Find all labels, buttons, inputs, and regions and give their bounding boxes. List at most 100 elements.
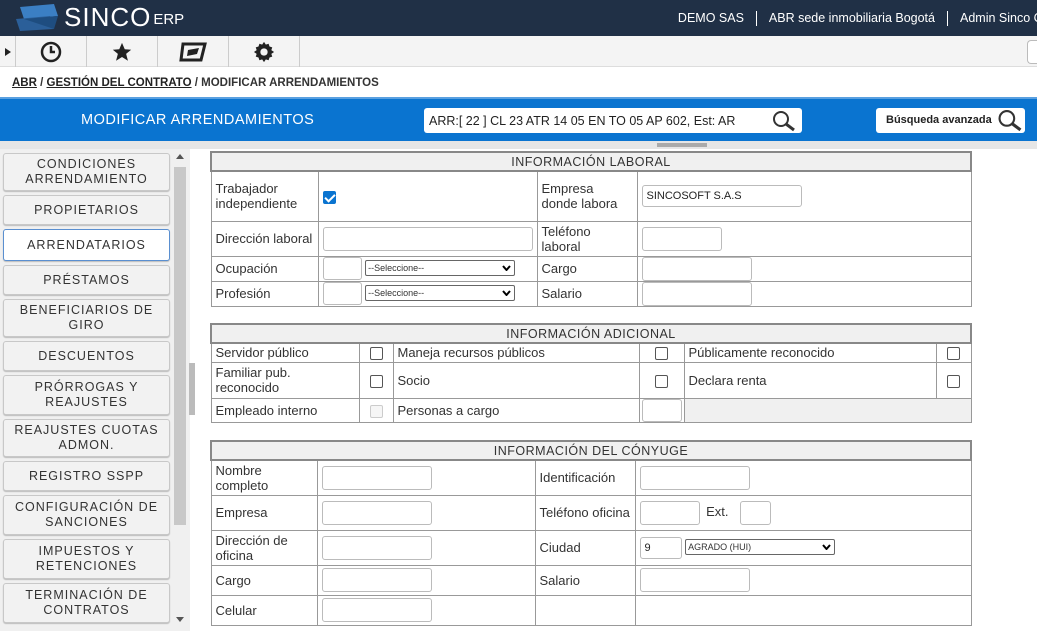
scroll-down-icon[interactable] bbox=[176, 617, 184, 622]
internal-employee-checkbox bbox=[369, 404, 383, 418]
spouse-phone-input[interactable] bbox=[639, 500, 700, 525]
spouse-id-input[interactable] bbox=[639, 465, 750, 490]
company-link[interactable]: DEMO SAS bbox=[666, 11, 757, 26]
spouse-office-address-input[interactable] bbox=[321, 535, 432, 560]
city-code-input[interactable] bbox=[639, 536, 682, 559]
field-label: Personas a cargo bbox=[392, 397, 640, 423]
work-address-input[interactable] bbox=[322, 226, 533, 251]
dependents-input[interactable] bbox=[641, 398, 682, 422]
search-icon bbox=[998, 110, 1022, 132]
sidebar-item-propietarios[interactable]: PROPIETARIOS bbox=[3, 195, 170, 225]
profession-select[interactable]: --Seleccione-- bbox=[365, 285, 516, 302]
sidebar-item-registro-sspp[interactable]: REGISTRO SSPP bbox=[3, 461, 170, 491]
field-label: Cargo bbox=[536, 255, 638, 282]
main-content: INFORMACIÓN LABORAL Trabajador independi… bbox=[196, 149, 1037, 631]
city-select[interactable]: AGRADO (HUI) bbox=[685, 539, 836, 556]
field-label: Salario bbox=[534, 564, 636, 596]
history-button[interactable] bbox=[16, 36, 87, 67]
field-label: Declara renta bbox=[683, 361, 937, 399]
scroll-up-icon[interactable] bbox=[176, 154, 184, 159]
splitter[interactable] bbox=[0, 141, 1037, 149]
sidebar-scrollbar[interactable] bbox=[172, 149, 188, 631]
spouse-mobile-input[interactable] bbox=[321, 598, 432, 622]
field-label: Nombre completo bbox=[210, 459, 318, 496]
field-label: Profesión bbox=[210, 280, 319, 307]
spouse-extension-input[interactable] bbox=[740, 500, 772, 525]
panel-resize-handle[interactable] bbox=[189, 363, 195, 415]
section-title: INFORMACIÓN ADICIONAL bbox=[210, 323, 972, 344]
job-title-input[interactable] bbox=[641, 256, 752, 281]
chevron-down-icon bbox=[502, 290, 511, 297]
sidebar-item-beneficiarios[interactable]: BENEFICIARIOS DE GIRO bbox=[3, 299, 170, 337]
public-resources-checkbox[interactable] bbox=[655, 347, 668, 361]
public-servant-checkbox[interactable] bbox=[369, 347, 383, 361]
occupation-code-input[interactable] bbox=[322, 257, 362, 280]
field-label: Celular bbox=[210, 594, 318, 626]
work-phone-input[interactable] bbox=[641, 226, 722, 251]
declares-income-checkbox[interactable] bbox=[947, 374, 960, 388]
modules-button[interactable] bbox=[158, 36, 229, 67]
expand-toolbar-button[interactable] bbox=[0, 36, 16, 67]
spouse-name-input[interactable] bbox=[321, 465, 432, 490]
partner-checkbox[interactable] bbox=[655, 374, 668, 388]
sidebar-item-descuentos[interactable]: DESCUENTOS bbox=[3, 341, 170, 371]
field-label: Dirección de oficina bbox=[210, 529, 318, 566]
settings-button[interactable] bbox=[229, 36, 300, 67]
spouse-salary-input[interactable] bbox=[639, 568, 750, 592]
favorites-button[interactable] bbox=[87, 36, 158, 67]
salary-input[interactable] bbox=[641, 281, 752, 306]
spouse-info-table: INFORMACIÓN DEL CÓNYUGE Nombre completo … bbox=[210, 440, 972, 626]
page-title: MODIFICAR ARRENDAMIENTOS bbox=[81, 112, 315, 128]
toolbar-search-edge[interactable] bbox=[1027, 40, 1037, 64]
splitter-grip[interactable] bbox=[657, 143, 707, 147]
spouse-job-title-input[interactable] bbox=[321, 568, 432, 592]
user-link[interactable]: Admin Sinco C bbox=[948, 11, 1037, 26]
section-title: INFORMACIÓN DEL CÓNYUGE bbox=[210, 440, 972, 461]
field-label: Identificación bbox=[534, 459, 636, 496]
toolbar bbox=[0, 36, 1037, 67]
field-label: Empresa bbox=[210, 494, 318, 531]
field-label: Socio bbox=[392, 361, 640, 399]
occupation-select[interactable]: --Seleccione-- bbox=[365, 260, 516, 277]
top-nav: DEMO SAS ABR sede inmobiliaria Bogotá Ad… bbox=[666, 11, 1037, 26]
select-value: --Seleccione-- bbox=[368, 263, 425, 274]
advanced-search-label: Búsqueda avanzada bbox=[886, 114, 992, 126]
field-label: Familiar pub. reconocido bbox=[210, 361, 360, 399]
sidebar-item-reajustes-admon[interactable]: REAJUSTES CUOTAS ADMON. bbox=[3, 419, 170, 457]
field-label: Trabajador independiente bbox=[210, 170, 319, 222]
field-label: Empleado interno bbox=[210, 397, 360, 423]
breadcrumb-root[interactable]: ABR bbox=[12, 77, 37, 89]
field-label: Teléfono laboral bbox=[536, 220, 638, 257]
field-label: Teléfono oficina bbox=[534, 494, 636, 531]
sidebar-scroll-thumb[interactable] bbox=[174, 167, 186, 525]
logo-suffix: ERP bbox=[153, 11, 185, 28]
spouse-company-input[interactable] bbox=[321, 500, 432, 525]
advanced-search-button[interactable]: Búsqueda avanzada bbox=[876, 108, 1025, 133]
sidebar-item-prorrogas[interactable]: PRÓRROGAS Y REAJUSTES bbox=[3, 375, 170, 415]
search-icon[interactable] bbox=[772, 110, 796, 132]
branch-link[interactable]: ABR sede inmobiliaria Bogotá bbox=[757, 11, 948, 26]
independent-checkbox[interactable] bbox=[322, 190, 336, 204]
app-logo[interactable]: SINCO ERP bbox=[14, 3, 184, 31]
publicly-recognized-checkbox[interactable] bbox=[947, 347, 960, 361]
profession-code-input[interactable] bbox=[322, 282, 362, 305]
sidebar-item-condiciones[interactable]: CONDICIONES ARRENDAMIENTO bbox=[3, 153, 170, 191]
additional-info-table: INFORMACIÓN ADICIONAL Servidor público M… bbox=[210, 323, 972, 423]
sidebar-item-arrendatarios[interactable]: ARRENDATARIOS bbox=[3, 229, 170, 261]
sidebar-item-impuestos[interactable]: IMPUESTOS Y RETENCIONES bbox=[3, 539, 170, 579]
sidebar-item-terminacion[interactable]: TERMINACIÓN DE CONTRATOS bbox=[3, 583, 170, 623]
family-recognized-checkbox[interactable] bbox=[369, 374, 383, 388]
field-label: Ocupación bbox=[210, 255, 319, 282]
breadcrumb: ABR / GESTIÓN DEL CONTRATO / MODIFICAR A… bbox=[12, 77, 379, 89]
sidebar-item-sanciones[interactable]: CONFIGURACIÓN DE SANCIONES bbox=[3, 495, 170, 535]
top-bar: SINCO ERP DEMO SAS ABR sede inmobiliaria… bbox=[0, 0, 1037, 36]
company-input[interactable] bbox=[641, 185, 802, 208]
history-icon bbox=[40, 41, 62, 62]
field-label: Públicamente reconocido bbox=[683, 342, 937, 363]
work-info-table: INFORMACIÓN LABORAL Trabajador independi… bbox=[210, 151, 972, 307]
page-header: MODIFICAR ARRENDAMIENTOS Búsqueda avanza… bbox=[0, 97, 1037, 141]
sidebar-item-prestamos[interactable]: PRÉSTAMOS bbox=[3, 265, 170, 295]
breadcrumb-section[interactable]: GESTIÓN DEL CONTRATO bbox=[47, 77, 192, 89]
select-value: AGRADO (HUI) bbox=[688, 542, 752, 553]
contract-search-input[interactable] bbox=[424, 108, 764, 133]
